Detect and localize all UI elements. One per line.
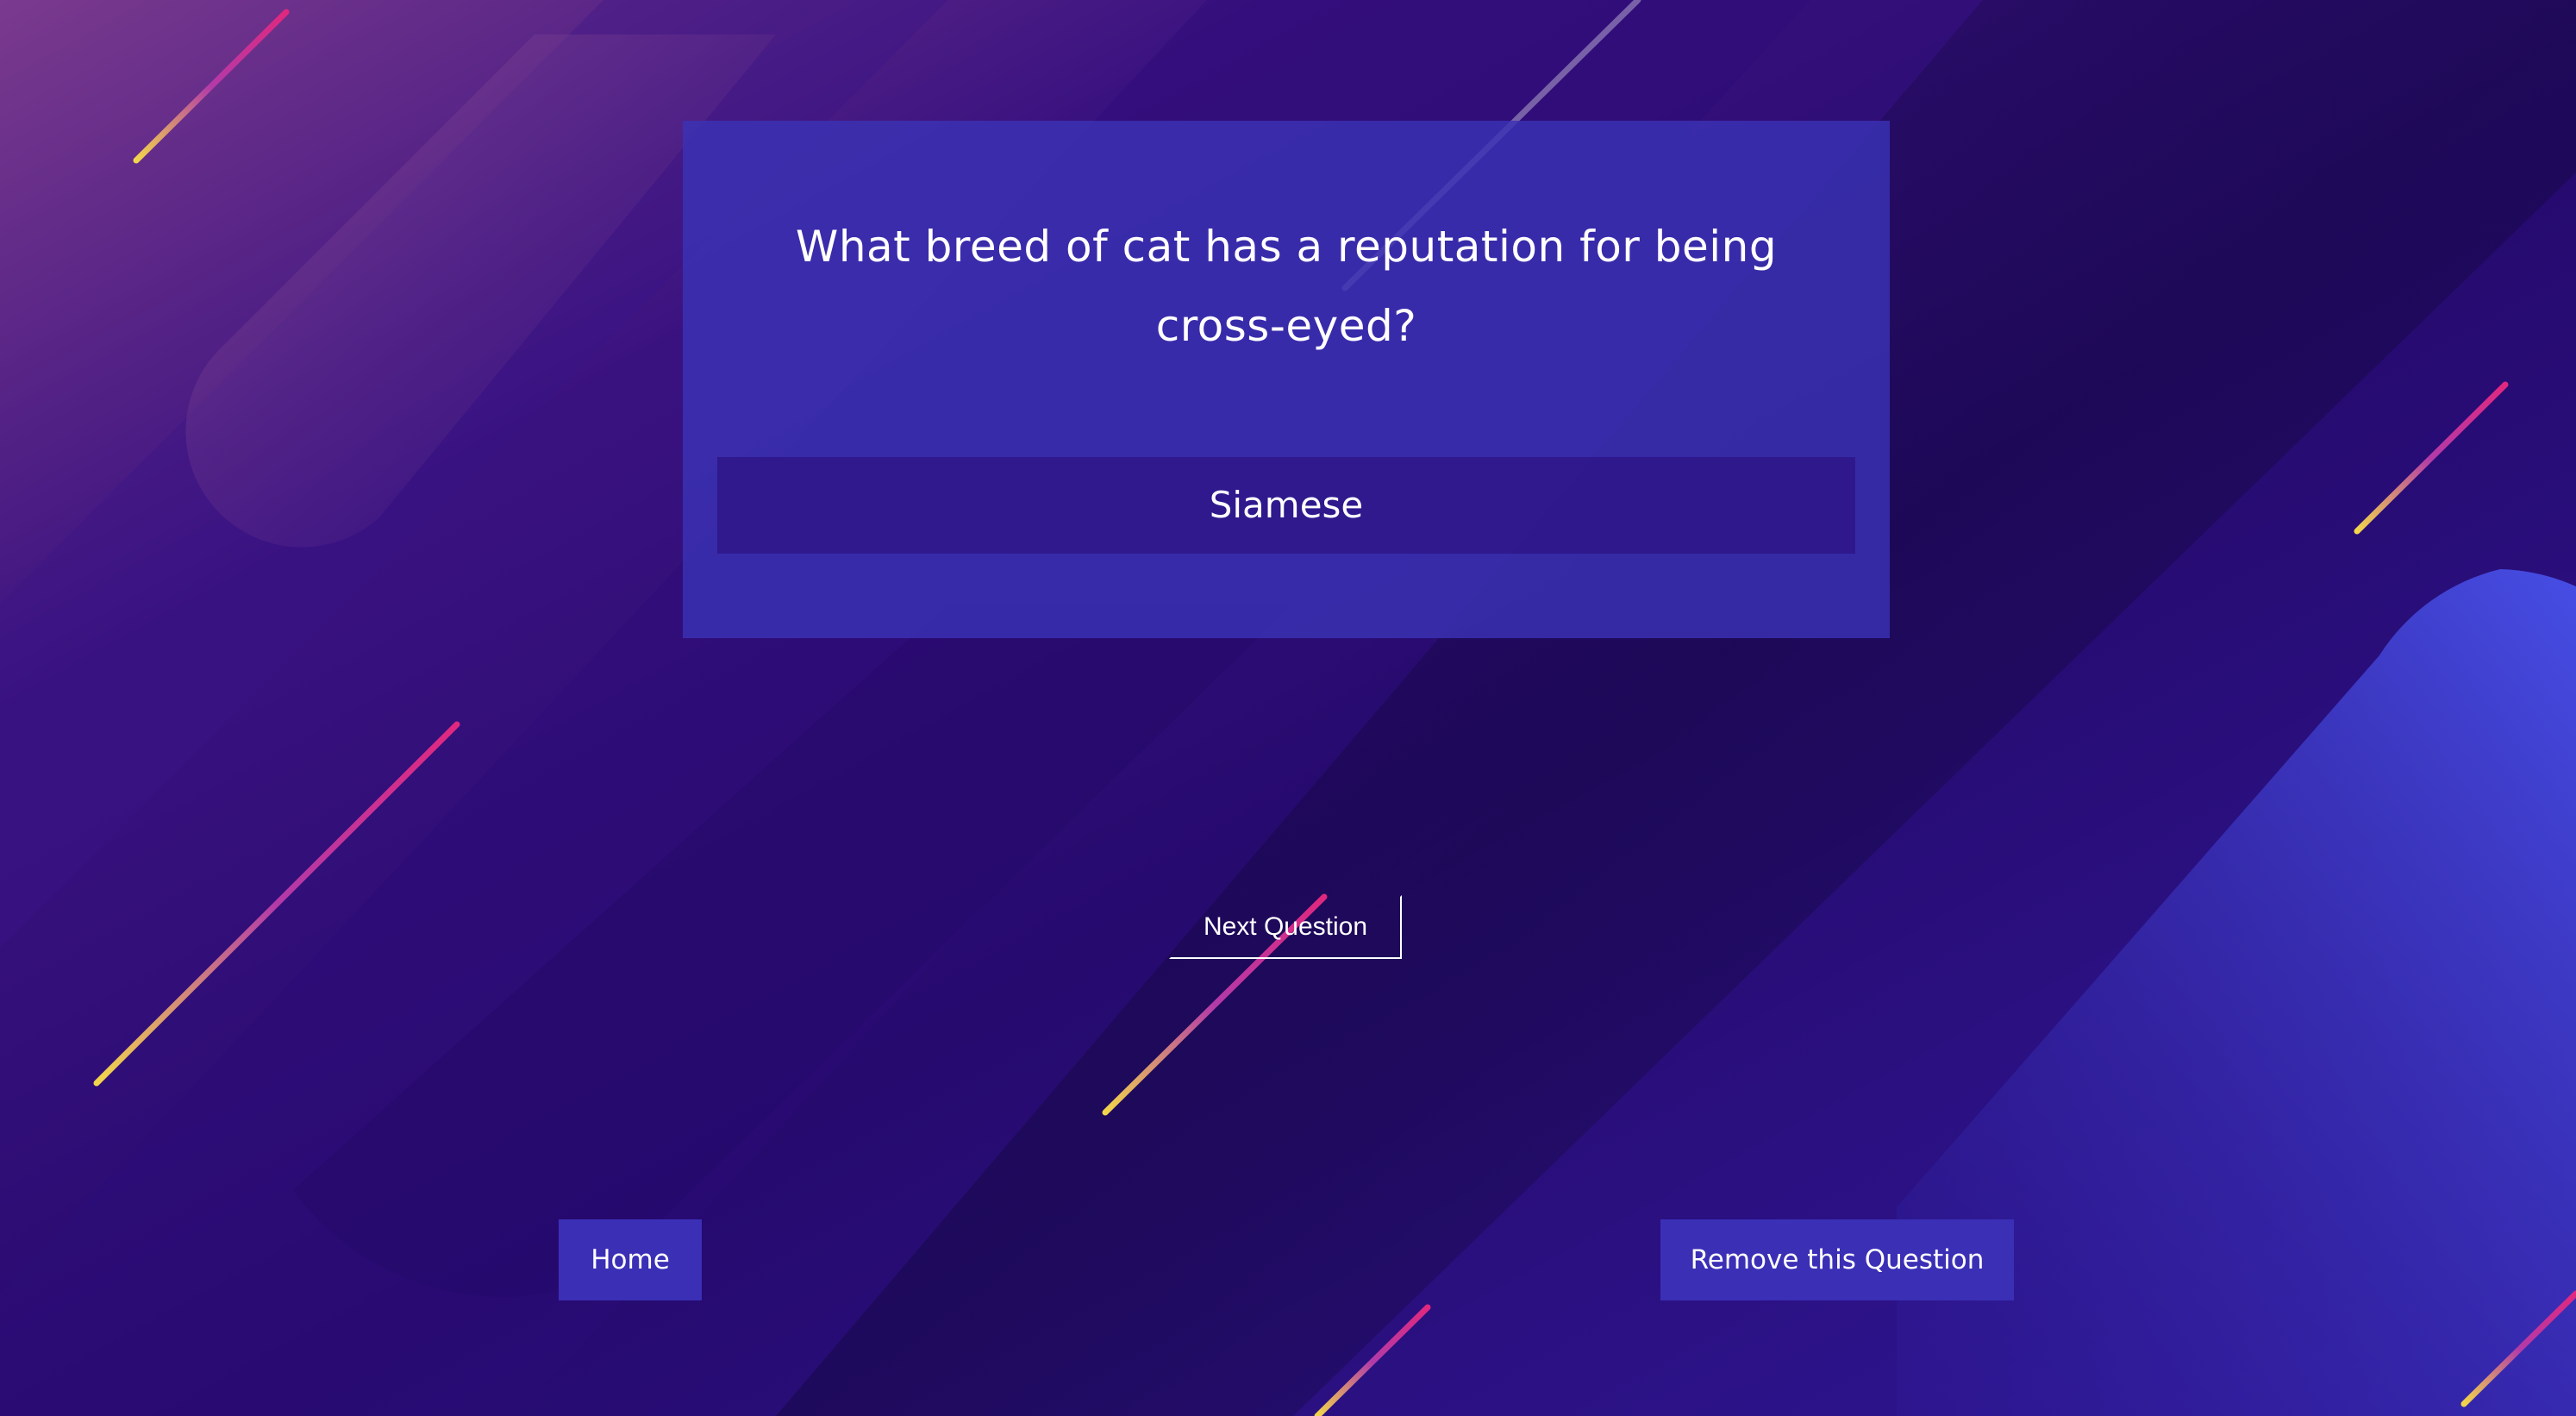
question-text: What breed of cat has a reputation for b… (795, 222, 1778, 351)
answer-box[interactable]: Siamese (717, 457, 1855, 554)
next-question-button[interactable]: Next Question (1169, 895, 1402, 959)
question-card: What breed of cat has a reputation for b… (683, 121, 1890, 638)
home-button[interactable]: Home (559, 1219, 702, 1300)
remove-question-button[interactable]: Remove this Question (1660, 1219, 2014, 1300)
